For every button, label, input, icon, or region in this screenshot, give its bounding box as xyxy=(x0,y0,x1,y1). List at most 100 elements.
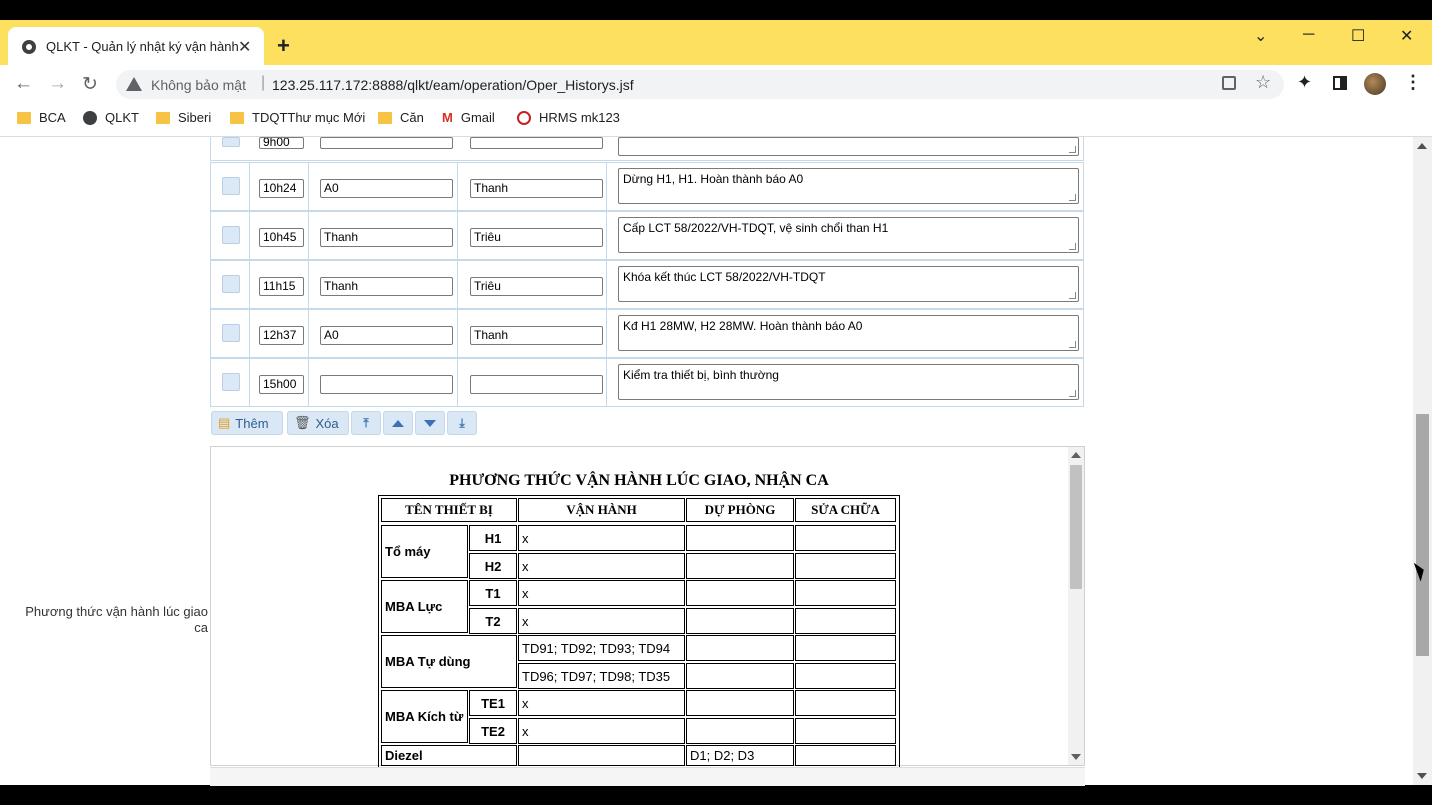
to-input[interactable]: Thanh xyxy=(470,179,603,198)
note-textarea[interactable] xyxy=(618,137,1079,156)
to-input[interactable]: Thanh xyxy=(470,326,603,345)
from-input[interactable] xyxy=(320,137,453,149)
editor-scroll-thumb[interactable] xyxy=(1070,465,1082,589)
new-tab-button[interactable]: + xyxy=(277,33,290,59)
security-label[interactable]: Không bảo mật xyxy=(151,77,246,93)
row-checkbox[interactable] xyxy=(222,373,240,391)
forward-arrow-icon[interactable]: → xyxy=(48,73,67,95)
maximize-button[interactable]: ☐ xyxy=(1351,26,1365,46)
move-bottom-button[interactable]: ⤓ xyxy=(447,411,477,435)
delete-button[interactable]: 🗑 Xóa xyxy=(287,411,349,435)
repair-cell xyxy=(795,553,896,579)
sub-device-cell: T1 xyxy=(469,580,517,606)
page-scroll-thumb[interactable] xyxy=(1416,414,1429,656)
time-input[interactable]: 9h00 xyxy=(259,137,304,149)
sub-device-cell: H2 xyxy=(469,553,517,579)
cell-divider xyxy=(606,162,607,211)
add-button[interactable]: ▤ Thêm xyxy=(211,411,283,435)
editor-scroll-down-icon[interactable] xyxy=(1071,754,1081,760)
warning-icon[interactable] xyxy=(126,77,142,91)
editor-scroll-up-icon[interactable] xyxy=(1071,452,1081,458)
time-input[interactable]: 11h15 xyxy=(259,277,304,296)
time-input[interactable]: 10h45 xyxy=(259,228,304,247)
move-down-button[interactable] xyxy=(415,411,445,435)
bookmark-siberi[interactable]: Siberi xyxy=(156,110,211,125)
time-input[interactable]: 10h24 xyxy=(259,179,304,198)
close-window-button[interactable]: ✕ xyxy=(1400,26,1413,46)
header-cell: TÊN THIẾT BỊ xyxy=(381,498,517,522)
repair-cell xyxy=(795,718,896,744)
to-input[interactable]: Triêu xyxy=(470,277,603,296)
cell-divider xyxy=(308,309,309,358)
move-up-button[interactable] xyxy=(383,411,413,435)
cell-divider xyxy=(457,260,458,309)
profile-avatar[interactable] xyxy=(1364,73,1386,95)
operating-cell: TD91; TD92; TD93; TD94 xyxy=(518,635,685,661)
note-textarea[interactable]: Kđ H1 28MW, H2 28MW. Hoàn thành báo A0 xyxy=(618,315,1079,351)
from-input[interactable]: A0 xyxy=(320,326,453,345)
side-panel-icon[interactable] xyxy=(1333,76,1347,90)
from-input[interactable] xyxy=(320,375,453,394)
standby-cell xyxy=(686,718,794,744)
bookmark-tdqt[interactable]: TDQTThư mục Mới xyxy=(230,110,365,125)
tab-search-chevron-icon[interactable]: ⌄ xyxy=(1254,26,1267,46)
share-icon[interactable] xyxy=(1222,76,1236,90)
extensions-puzzle-icon[interactable]: ✦ xyxy=(1297,72,1312,93)
bookmark-hrms[interactable]: HRMS mk123 xyxy=(517,110,620,125)
row-checkbox[interactable] xyxy=(222,275,240,293)
from-input[interactable]: Thanh xyxy=(320,228,453,247)
minimize-button[interactable]: ─ xyxy=(1303,26,1314,44)
repair-cell xyxy=(795,745,896,766)
arrow-up-icon xyxy=(392,419,404,427)
repair-cell xyxy=(795,608,896,634)
field-label-shift-mode: Phương thức vận hành lúc giao ca xyxy=(25,604,208,635)
scroll-down-icon[interactable] xyxy=(1417,773,1427,779)
to-input[interactable] xyxy=(470,375,603,394)
from-input[interactable]: Thanh xyxy=(320,277,453,296)
row-checkbox[interactable] xyxy=(222,324,240,342)
to-input[interactable]: Triêu xyxy=(470,228,603,247)
note-textarea[interactable]: Dừng H1, H1. Hoàn thành báo A0 xyxy=(618,168,1079,204)
sub-device-cell: H1 xyxy=(469,525,517,551)
note-textarea[interactable]: Khóa kết thúc LCT 58/2022/VH-TDQT xyxy=(618,266,1079,302)
tab-close-icon[interactable]: ✕ xyxy=(238,37,251,57)
note-textarea[interactable]: Kiểm tra thiết bị, bình thường xyxy=(618,364,1079,400)
editor-status-bar xyxy=(210,767,1085,786)
row-checkbox[interactable] xyxy=(222,226,240,244)
time-input[interactable]: 12h37 xyxy=(259,326,304,345)
cell-divider xyxy=(457,358,458,407)
time-input[interactable]: 15h00 xyxy=(259,375,304,394)
note-textarea[interactable]: Cấp LCT 58/2022/VH-TDQT, vệ sinh chổi th… xyxy=(618,217,1079,253)
group-name-cell: Diezel xyxy=(381,745,517,766)
add-file-icon: ▤ xyxy=(218,415,231,430)
browser-menu-icon[interactable]: ⋮ xyxy=(1404,72,1422,93)
reload-icon[interactable]: ↻ xyxy=(82,73,98,96)
repair-cell xyxy=(795,663,896,689)
url-text[interactable]: 123.25.117.172:8888/qlkt/eam/operation/O… xyxy=(272,77,634,93)
header-cell: SỬA CHỮA xyxy=(795,498,896,522)
scroll-up-icon[interactable] xyxy=(1417,143,1427,149)
cell-divider xyxy=(457,162,458,211)
cell-divider xyxy=(457,211,458,260)
repair-cell xyxy=(795,580,896,606)
to-input[interactable] xyxy=(470,137,603,149)
move-top-icon: ⤒ xyxy=(363,415,369,430)
tab-title: QLKT - Quản lý nhật ký vận hành xyxy=(46,39,239,54)
standby-cell xyxy=(686,608,794,634)
standby-cell xyxy=(686,580,794,606)
sub-device-cell: T2 xyxy=(469,608,517,634)
bookmark-can[interactable]: Căn xyxy=(378,110,424,125)
from-input[interactable]: A0 xyxy=(320,179,453,198)
operating-cell: x xyxy=(518,608,685,634)
operating-cell: x xyxy=(518,525,685,551)
back-arrow-icon[interactable]: ← xyxy=(14,73,33,95)
cell-divider xyxy=(606,358,607,407)
move-top-button[interactable]: ⤒ xyxy=(351,411,381,435)
bookmark-star-icon[interactable]: ☆ xyxy=(1255,72,1271,93)
bookmark-gmail[interactable]: M Gmail xyxy=(442,110,495,125)
row-checkbox[interactable] xyxy=(222,177,240,195)
bookmark-qlkt[interactable]: QLKT xyxy=(83,110,139,125)
bookmark-bca[interactable]: BCA xyxy=(17,110,66,125)
folder-icon xyxy=(17,111,31,124)
row-checkbox[interactable] xyxy=(222,137,240,147)
